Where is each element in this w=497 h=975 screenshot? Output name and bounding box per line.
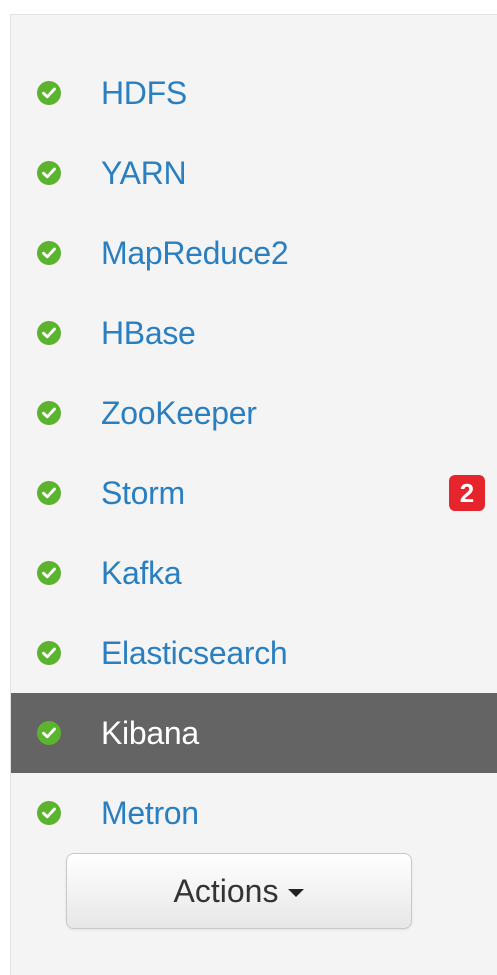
service-item-kibana[interactable]: Kibana — [11, 693, 497, 773]
check-circle-icon — [37, 241, 61, 265]
service-item-hbase[interactable]: HBase — [11, 293, 497, 373]
check-circle-icon — [37, 561, 61, 585]
actions-dropdown-button[interactable]: Actions — [66, 853, 412, 929]
check-circle-icon — [37, 161, 61, 185]
check-circle-icon — [37, 801, 61, 825]
check-circle-icon — [37, 401, 61, 425]
actions-label: Actions — [173, 872, 279, 909]
service-item-kafka[interactable]: Kafka — [11, 533, 497, 613]
service-name[interactable]: YARN — [101, 155, 187, 192]
check-circle-icon — [37, 641, 61, 665]
check-circle-icon — [37, 481, 61, 505]
service-name[interactable]: Kafka — [101, 555, 182, 592]
caret-down-icon — [288, 889, 305, 897]
service-name[interactable]: HDFS — [101, 75, 187, 112]
service-name[interactable]: MapReduce2 — [101, 235, 289, 272]
service-item-zookeeper[interactable]: ZooKeeper — [11, 373, 497, 453]
check-circle-icon — [37, 321, 61, 345]
alert-count-badge[interactable]: 2 — [449, 475, 485, 511]
service-item-elasticsearch[interactable]: Elasticsearch — [11, 613, 497, 693]
service-list: HDFS YARN MapReduce2 HBase ZooKeeper Sto… — [11, 53, 497, 853]
service-name[interactable]: HBase — [101, 315, 196, 352]
service-item-metron[interactable]: Metron — [11, 773, 497, 853]
check-circle-icon — [37, 721, 61, 745]
service-name[interactable]: Storm — [101, 475, 185, 512]
check-circle-icon — [37, 81, 61, 105]
service-name[interactable]: Elasticsearch — [101, 635, 288, 672]
service-item-yarn[interactable]: YARN — [11, 133, 497, 213]
service-item-storm[interactable]: Storm 2 — [11, 453, 497, 533]
service-name[interactable]: Metron — [101, 795, 199, 832]
service-name[interactable]: Kibana — [101, 715, 199, 752]
services-sidebar: HDFS YARN MapReduce2 HBase ZooKeeper Sto… — [10, 14, 497, 975]
service-item-mapreduce2[interactable]: MapReduce2 — [11, 213, 497, 293]
service-name[interactable]: ZooKeeper — [101, 395, 257, 432]
service-item-hdfs[interactable]: HDFS — [11, 53, 497, 133]
